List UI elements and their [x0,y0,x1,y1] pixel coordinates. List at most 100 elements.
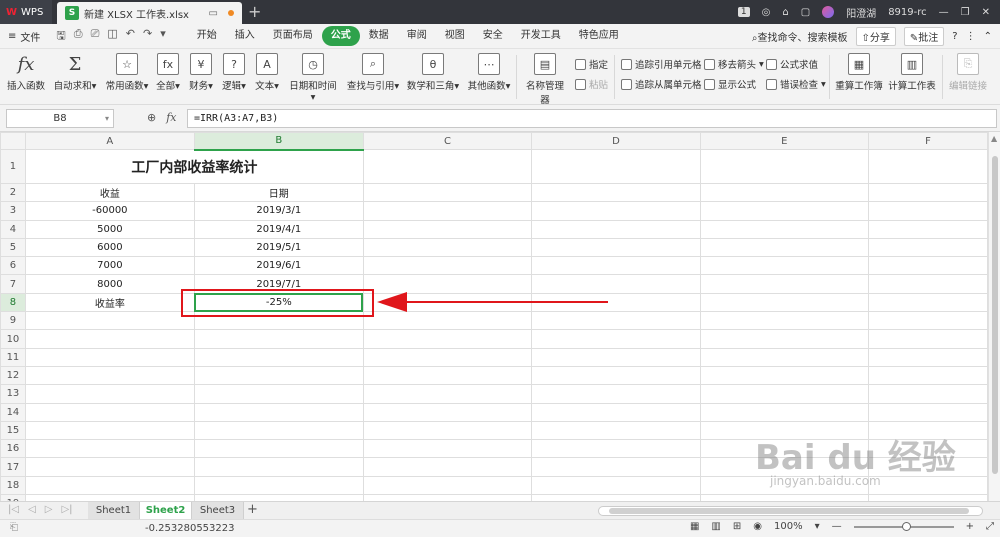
cell[interactable] [699,402,870,422]
sheet-tab-1[interactable]: Sheet1 [88,502,140,519]
specify-button[interactable]: 指定 [575,57,608,71]
cell[interactable] [868,182,988,203]
tab-data[interactable]: 数据 [360,26,398,46]
tab-security[interactable]: 安全 [474,26,512,46]
normal-view-icon[interactable]: ▦ [690,521,699,532]
zoom-in-icon[interactable]: + [966,521,974,532]
page-view-icon[interactable]: ▥ [711,521,720,532]
status-icon[interactable]: ⎗ [10,522,18,533]
sheet-tab-3[interactable]: Sheet3 [192,502,244,519]
scroll-up-icon[interactable]: ▲ [991,134,997,143]
add-sheet-plus-icon[interactable]: + [247,502,258,517]
remove-arrows-button[interactable]: 移去箭头 ▾ [704,57,764,71]
cell[interactable] [362,201,533,221]
recalc-workbook-button[interactable]: ▦ 重算工作簿 [835,51,883,92]
date-cell[interactable]: 2019/6/1 [193,256,364,276]
rate-label-cell[interactable]: 收益率 [24,292,195,313]
tab-page-layout[interactable]: 页面布局 [264,26,322,46]
cell[interactable] [531,182,701,203]
search-command[interactable]: ⌕查找命令、搜索模板 [752,29,848,44]
cell[interactable] [531,274,701,294]
insert-function-button[interactable]: fx 插入函数 [6,51,46,93]
name-box[interactable]: B8 ▾ [6,109,114,128]
common-functions-button[interactable]: ☆ 常用函数▾ [103,51,151,92]
print-icon[interactable]: ⎚ [91,27,100,46]
undo-icon[interactable]: ↶ [126,27,135,46]
column-header-a[interactable]: A [24,132,195,150]
tab-special[interactable]: 特色应用 [570,26,628,46]
new-tab-plus-icon[interactable]: + [248,2,261,21]
select-all-corner[interactable] [0,132,26,150]
cell[interactable] [699,182,870,203]
cell[interactable] [531,219,701,239]
cell[interactable] [24,384,195,404]
cell[interactable] [699,311,870,331]
cell[interactable] [24,439,195,459]
comment-button[interactable]: ✎批注 [903,26,945,46]
column-header-e[interactable]: E [699,132,870,150]
cell[interactable] [362,384,533,404]
cell[interactable] [699,274,870,294]
skin-icon[interactable]: ◎ [762,7,771,18]
cell[interactable] [868,149,988,184]
row-header[interactable]: 18 [0,475,26,496]
cell[interactable] [868,274,988,294]
prev-sheet-icon[interactable]: ◁ [28,504,36,515]
minimize-icon[interactable]: — [939,7,949,18]
tab-review[interactable]: 审阅 [398,26,436,46]
other-functions-button[interactable]: ⋯ 其他函数▾ [465,51,513,92]
column-header-f[interactable]: F [868,132,988,150]
cell[interactable] [362,457,533,477]
cell[interactable] [24,311,195,331]
monitor-icon[interactable]: ▭ [209,8,218,19]
cell[interactable] [531,439,701,459]
paste-name-button[interactable]: 粘贴 [575,77,608,91]
cell[interactable] [193,457,364,477]
more-options-icon[interactable]: ⋮ [966,31,976,42]
cell[interactable] [868,219,988,239]
row-header[interactable]: 11 [0,347,26,367]
column-header-d[interactable]: D [531,132,701,150]
cell[interactable] [699,256,870,276]
row-header[interactable]: 15 [0,420,26,441]
cell[interactable] [193,347,364,367]
cell[interactable] [699,219,870,239]
row-header-selected[interactable]: 8 [0,292,26,313]
row-header[interactable]: 10 [0,329,26,349]
income-cell[interactable]: 5000 [24,219,195,239]
edit-links-button[interactable]: ⎘ 编辑链接 [946,51,990,92]
cell[interactable] [362,439,533,459]
all-functions-button[interactable]: fx 全部▾ [154,51,182,92]
cell[interactable] [362,256,533,276]
cell[interactable] [362,182,533,203]
trace-precedents-button[interactable]: 追踪引用单元格 [621,57,702,71]
cell[interactable] [193,439,364,459]
sheet-tab-2[interactable]: Sheet2 [140,502,192,519]
zoom-search-icon[interactable]: ⊕ [147,111,156,124]
cell[interactable] [193,365,364,386]
cell[interactable] [193,329,364,349]
cell[interactable] [531,384,701,404]
shirt-icon[interactable]: ⌂ [782,7,788,18]
row-header[interactable]: 3 [0,201,26,221]
income-cell[interactable]: 8000 [24,274,195,294]
cell[interactable] [531,149,701,184]
logic-button[interactable]: ? 逻辑▾ [220,51,248,92]
tab-insert[interactable]: 插入 [226,26,264,46]
cell[interactable] [531,329,701,349]
horizontal-scrollbar[interactable] [598,506,983,516]
cell[interactable] [193,420,364,441]
cell[interactable] [531,420,701,441]
cell[interactable] [699,149,870,184]
eye-protection-icon[interactable]: ◉ [753,521,762,532]
math-button[interactable]: θ 数学和三角▾ [406,51,460,92]
tab-home[interactable]: 开始 [188,26,226,46]
cell[interactable] [868,201,988,221]
share-button[interactable]: ⇧分享 [855,26,896,46]
zoom-slider-knob[interactable] [901,521,911,531]
cell[interactable] [362,365,533,386]
show-formula-button[interactable]: 显示公式 [704,77,756,91]
chat-icon[interactable]: ▢ [801,7,810,18]
income-cell[interactable]: 6000 [24,237,195,258]
cell[interactable] [699,329,870,349]
